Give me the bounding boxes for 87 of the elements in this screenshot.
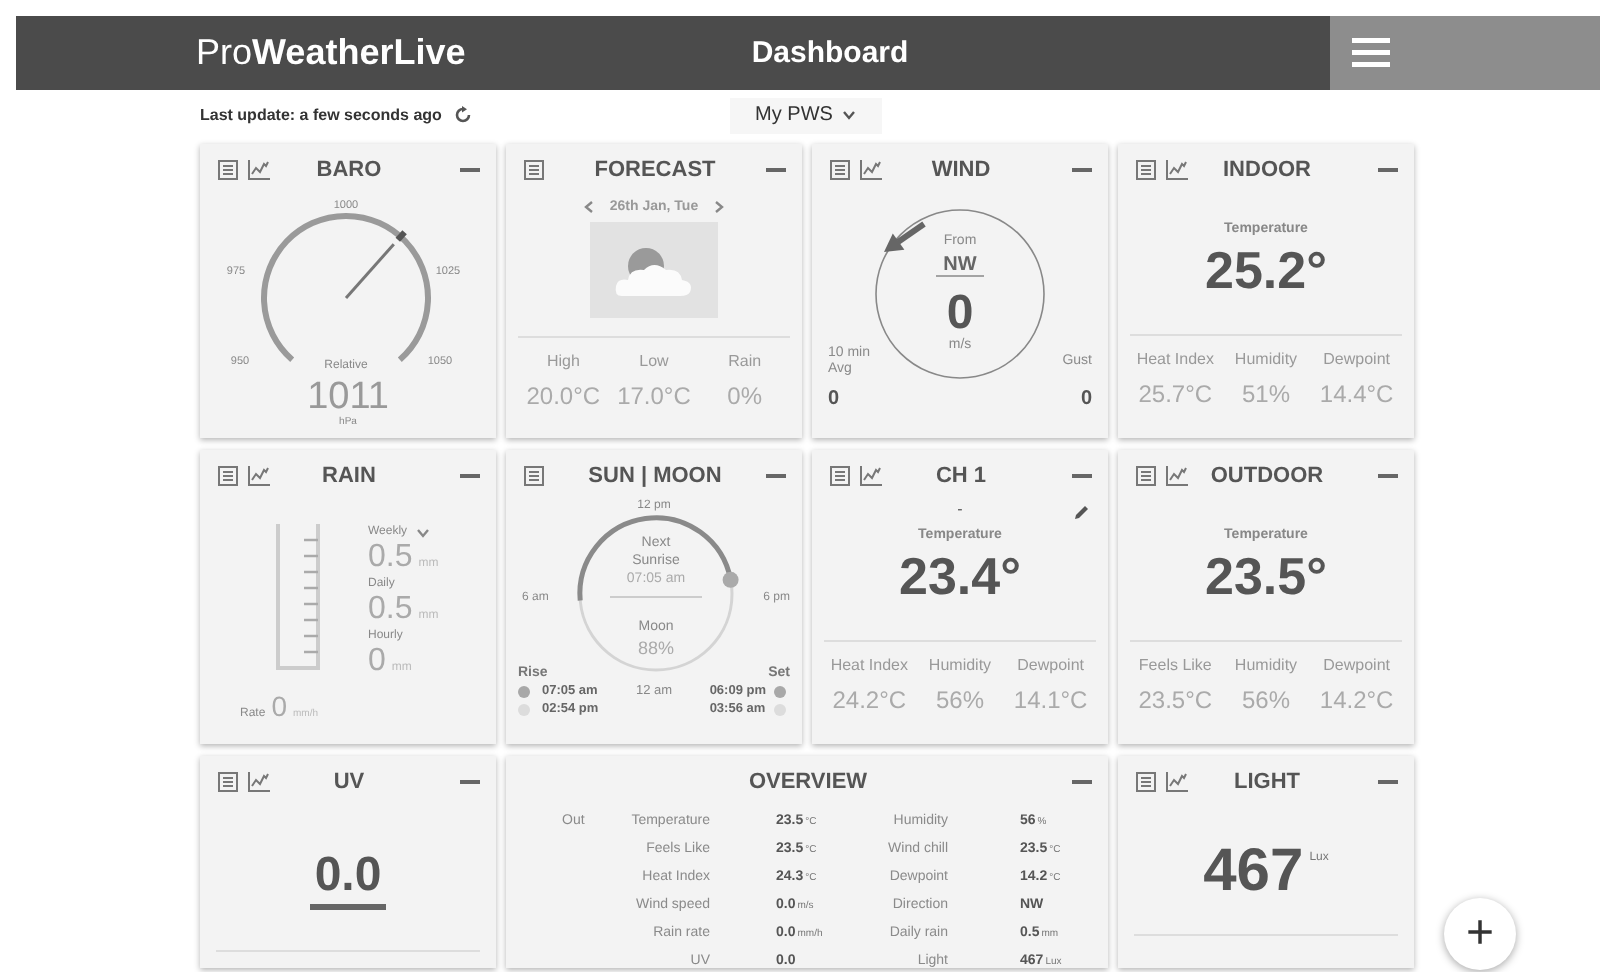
stat-value: 56% <box>935 686 984 714</box>
chevron-down-icon[interactable] <box>842 110 857 120</box>
value-underline <box>310 904 386 910</box>
stat-label: Dewpoint <box>1323 656 1390 676</box>
card-title: SUN | MOON <box>588 464 722 488</box>
stat-value: 24.2°C <box>832 686 907 714</box>
stat-value: 17.0°C <box>617 382 691 410</box>
stat-label: Heat Index <box>830 656 909 676</box>
stat-label: High <box>546 352 580 372</box>
stat-value: 14.2°C <box>1319 686 1394 714</box>
list-icon[interactable] <box>524 160 544 180</box>
list-icon[interactable] <box>830 160 850 180</box>
app-logo: ProWeatherLive <box>194 32 466 74</box>
chevron-down-icon[interactable] <box>415 527 430 537</box>
card-title: LIGHT <box>1234 770 1300 794</box>
gust-value: 0 <box>1080 388 1092 412</box>
stat-value: 20.0°C <box>526 382 601 410</box>
chart-icon[interactable] <box>860 466 882 486</box>
card-title: OVERVIEW <box>748 770 868 794</box>
card-title: INDOOR <box>1223 158 1311 182</box>
stat-label: Humidity <box>1234 656 1298 676</box>
average-value: 0 <box>828 388 842 412</box>
pressure-value: 1011 <box>305 380 391 416</box>
list-icon[interactable] <box>218 772 238 792</box>
reading-value: 0.5 <box>368 540 413 576</box>
list-icon[interactable] <box>830 466 850 486</box>
stat-value: 25.7°C <box>1138 380 1213 408</box>
chevron-left-icon[interactable] <box>583 199 594 213</box>
wind-speed: 0 <box>946 286 974 340</box>
chart-icon[interactable] <box>1166 772 1188 792</box>
list-icon[interactable] <box>218 160 238 180</box>
menu-button[interactable] <box>1330 16 1600 90</box>
refresh-icon[interactable] <box>453 106 472 124</box>
card-title: RAIN <box>322 464 376 488</box>
stat-label: Low <box>639 352 669 372</box>
chart-icon[interactable] <box>248 772 270 792</box>
temperature-value: 23.4° <box>896 546 1023 606</box>
moon-value: 88% <box>637 638 674 660</box>
reading-value: 0.5 <box>368 592 413 628</box>
temperature-value: 25.2° <box>1202 240 1329 300</box>
card-title: BARO <box>316 158 382 182</box>
stat-value: 14.1°C <box>1013 686 1088 714</box>
stat-label: Heat Index <box>1136 350 1215 370</box>
stat-value: 51% <box>1241 380 1290 408</box>
list-icon[interactable] <box>1136 772 1156 792</box>
rate-value: 0 <box>271 692 287 720</box>
chart-icon[interactable] <box>1166 160 1188 180</box>
stat-label: Dewpoint <box>1323 350 1390 370</box>
stat-label: Dewpoint <box>1017 656 1084 676</box>
uv-value: 0.0 <box>314 848 382 904</box>
arrow-icon <box>884 221 926 252</box>
sun-icon <box>518 686 530 698</box>
reading-value: 0 <box>368 644 386 680</box>
card-title: CH 1 <box>935 464 987 488</box>
stat-value: 0% <box>727 382 762 410</box>
chart-icon[interactable] <box>248 466 270 486</box>
stat-label: Rain <box>728 352 762 372</box>
sensor-subtitle: - <box>957 500 963 518</box>
chart-icon[interactable] <box>248 160 270 180</box>
wind-direction: NW <box>943 254 977 276</box>
last-update-text: Last update: a few seconds ago <box>200 106 442 124</box>
pencil-icon[interactable] <box>1074 504 1090 520</box>
stat-label: Humidity <box>1234 350 1298 370</box>
stat-value: 23.5°C <box>1138 686 1213 714</box>
temperature-value: 23.5° <box>1202 546 1329 606</box>
card-title: FORECAST <box>594 158 716 182</box>
page-title: Dashboard <box>751 36 909 70</box>
sun-icon <box>774 686 786 698</box>
card-title: UV <box>333 770 365 794</box>
list-icon[interactable] <box>1136 466 1156 486</box>
list-icon[interactable] <box>1136 160 1156 180</box>
card-title: WIND <box>931 158 991 182</box>
stat-value: 14.4°C <box>1319 380 1394 408</box>
menu-icon[interactable] <box>1352 38 1390 68</box>
weather-image <box>590 222 718 318</box>
chevron-right-icon[interactable] <box>714 199 725 213</box>
station-dropdown[interactable]: My PWS <box>730 97 882 133</box>
stat-value: 56% <box>1241 686 1290 714</box>
light-value: 467 <box>1203 840 1304 904</box>
list-icon[interactable] <box>218 466 238 486</box>
stat-label: Humidity <box>928 656 992 676</box>
chart-icon[interactable] <box>860 160 882 180</box>
list-icon[interactable] <box>524 466 544 486</box>
add-button[interactable]: + <box>1444 898 1516 970</box>
chart-icon[interactable] <box>1166 466 1188 486</box>
card-title: OUTDOOR <box>1210 464 1324 488</box>
stat-label: Feels Like <box>1138 656 1212 676</box>
